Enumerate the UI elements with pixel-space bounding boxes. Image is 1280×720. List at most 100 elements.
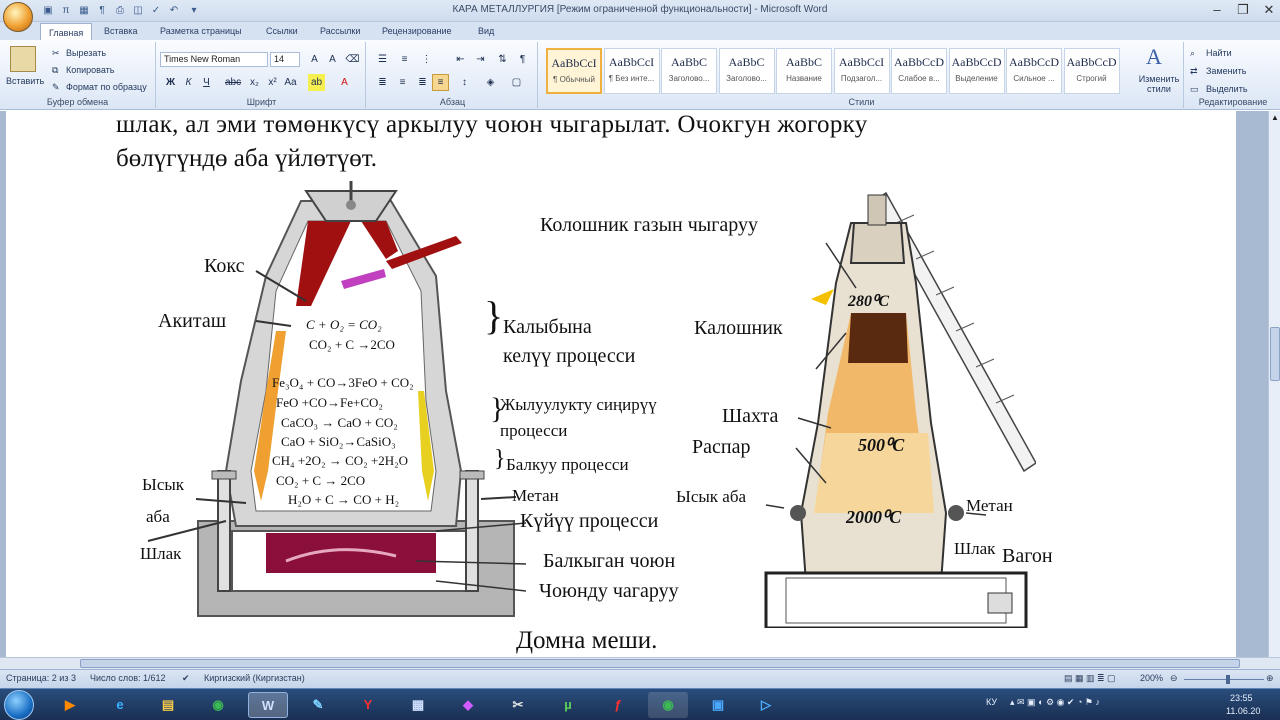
tab-references[interactable]: Ссылки — [258, 22, 306, 40]
borders-icon[interactable]: ▢ — [508, 74, 525, 91]
font-color-icon[interactable]: A — [336, 74, 353, 91]
pilcrow-icon[interactable]: ¶ — [94, 3, 110, 19]
align-left-icon[interactable]: ≣ — [374, 74, 391, 91]
tab-review[interactable]: Рецензирование — [374, 22, 460, 40]
zoom-slider-thumb[interactable] — [1226, 675, 1230, 684]
keyboard-language[interactable]: КУ — [986, 697, 997, 707]
replace-button[interactable]: Заменить — [1206, 66, 1246, 76]
binoculars-icon[interactable]: ⌕ — [1190, 48, 1195, 59]
status-page[interactable]: Страница: 2 из 3 — [6, 673, 76, 683]
change-styles-button[interactable]: Изменить стили — [1136, 74, 1182, 94]
play-app-icon[interactable]: ▷ — [746, 692, 786, 718]
style-item[interactable]: AaBbCcD Слабое в... — [891, 48, 947, 94]
yandex-icon[interactable]: Y — [348, 692, 388, 718]
print-icon[interactable]: ⎙ — [112, 3, 128, 19]
style-item[interactable]: AaBbCcD Строгий — [1063, 48, 1120, 94]
start-button[interactable] — [4, 690, 34, 720]
copy-icon[interactable]: ⧉ — [52, 65, 58, 76]
shrink-font-icon[interactable]: A — [324, 51, 341, 68]
bold-icon[interactable]: Ж — [162, 74, 179, 91]
paste-icon[interactable] — [10, 46, 36, 72]
scroll-thumb[interactable] — [1270, 327, 1280, 381]
zoom-in-icon[interactable]: ⊕ — [1266, 673, 1274, 684]
save-icon[interactable]: ▣ — [40, 3, 56, 19]
subscript-icon[interactable]: x₂ — [246, 74, 263, 91]
brush-icon[interactable]: ✎ — [52, 82, 60, 93]
clear-format-icon[interactable]: ⌫ — [344, 51, 361, 68]
increase-indent-icon[interactable]: ⇥ — [472, 51, 489, 68]
style-item[interactable]: AaBbCcD Сильное ... — [1006, 48, 1062, 94]
select-button[interactable]: Выделить — [1206, 84, 1248, 94]
spellcheck-icon[interactable]: ✓ — [148, 3, 164, 19]
underline-icon[interactable]: Ч — [198, 74, 215, 91]
pi-icon[interactable]: π — [58, 3, 74, 19]
change-case-icon[interactable]: Aa — [282, 74, 299, 91]
tab-insert[interactable]: Вставка — [96, 22, 145, 40]
calculator-icon[interactable]: ▦ — [398, 692, 438, 718]
font-size-select[interactable]: 14 — [270, 52, 300, 67]
tab-home[interactable]: Главная — [40, 23, 93, 41]
qat-dropdown-icon[interactable]: ▾ — [186, 3, 202, 19]
minimize-button[interactable]: – — [1204, 0, 1230, 20]
justify-icon[interactable]: ≡ — [432, 74, 449, 91]
horizontal-scrollbar[interactable] — [0, 657, 1280, 669]
undo-icon[interactable]: ↶ — [166, 3, 182, 19]
document-page[interactable]: шлак, ал эми төмөнкүсү аркылуу чоюн чыга… — [6, 111, 1236, 657]
media-player-icon[interactable]: ▶ — [50, 692, 90, 718]
zoom-slider[interactable] — [1184, 679, 1264, 680]
chrome-window-icon[interactable]: ◉ — [648, 692, 688, 718]
status-words[interactable]: Число слов: 1/612 — [90, 673, 166, 683]
status-language[interactable]: Киргизский (Киргизстан) — [204, 673, 305, 683]
replace-icon[interactable]: ⇄ — [1190, 66, 1198, 77]
maximize-button[interactable]: ❐ — [1230, 0, 1256, 20]
clock-date[interactable]: 11.06.20 — [1226, 706, 1260, 716]
select-icon[interactable]: ▭ — [1190, 84, 1199, 95]
show-marks-icon[interactable]: ¶ — [514, 51, 531, 68]
shading-icon[interactable]: ◈ — [482, 74, 499, 91]
scissors-icon[interactable]: ✂ — [52, 48, 60, 59]
table-icon[interactable]: ▦ — [76, 3, 92, 19]
style-item[interactable]: AaBbC Заголово... — [718, 48, 775, 94]
style-item[interactable]: AaBbCcI ¶ Обычный — [546, 48, 602, 94]
torrent-icon[interactable]: µ — [548, 692, 588, 718]
word-icon[interactable]: W — [248, 692, 288, 718]
vertical-scrollbar[interactable]: ▲ — [1268, 111, 1280, 657]
paste-button[interactable]: Вставить — [6, 76, 44, 86]
scissors-app-icon[interactable]: ✂ — [498, 692, 538, 718]
style-item[interactable]: AaBbC Название — [776, 48, 832, 94]
numbering-icon[interactable]: ≡ — [396, 51, 413, 68]
line-spacing-icon[interactable]: ↕ — [456, 74, 473, 91]
superscript-icon[interactable]: x² — [264, 74, 281, 91]
folder-icon[interactable]: ▤ — [148, 692, 188, 718]
bullets-icon[interactable]: ☰ — [374, 51, 391, 68]
chrome-icon[interactable]: ◉ — [198, 692, 238, 718]
cut-button[interactable]: Вырезать — [66, 48, 106, 58]
multilevel-icon[interactable]: ⋮ — [418, 51, 435, 68]
zoom-out-icon[interactable]: ⊖ — [1170, 673, 1178, 684]
tab-view[interactable]: Вид — [470, 22, 502, 40]
font-family-select[interactable]: Times New Roman — [160, 52, 268, 67]
preview-icon[interactable]: ◫ — [130, 3, 146, 19]
clock-time[interactable]: 23:55 — [1230, 693, 1253, 703]
h-scroll-thumb[interactable] — [80, 659, 1240, 668]
grow-font-icon[interactable]: A — [306, 51, 323, 68]
ie-browser-icon[interactable]: e — [100, 692, 140, 718]
gem-app-icon[interactable]: ◆ — [448, 692, 488, 718]
style-item[interactable]: AaBbCcI ¶ Без инте... — [603, 48, 660, 94]
office-button[interactable] — [3, 2, 33, 32]
format-painter-button[interactable]: Формат по образцу — [66, 82, 147, 92]
style-item[interactable]: AaBbCcD Выделение — [948, 48, 1005, 94]
close-button[interactable]: ✕ — [1256, 0, 1280, 20]
highlight-icon[interactable]: ab — [308, 74, 325, 91]
sort-icon[interactable]: ⇅ — [494, 51, 511, 68]
spell-check-icon[interactable]: ✔ — [182, 673, 190, 684]
copy-button[interactable]: Копировать — [66, 65, 114, 75]
tab-mailings[interactable]: Рассылки — [312, 22, 368, 40]
decrease-indent-icon[interactable]: ⇤ — [452, 51, 469, 68]
style-item[interactable]: AaBbCcI Подзагол... — [833, 48, 890, 94]
scroll-up-icon[interactable]: ▲ — [1270, 113, 1280, 123]
align-right-icon[interactable]: ≣ — [414, 74, 431, 91]
status-zoom[interactable]: 200% — [1140, 673, 1163, 683]
change-styles-icon[interactable]: A — [1146, 44, 1162, 70]
italic-icon[interactable]: К — [180, 74, 197, 91]
